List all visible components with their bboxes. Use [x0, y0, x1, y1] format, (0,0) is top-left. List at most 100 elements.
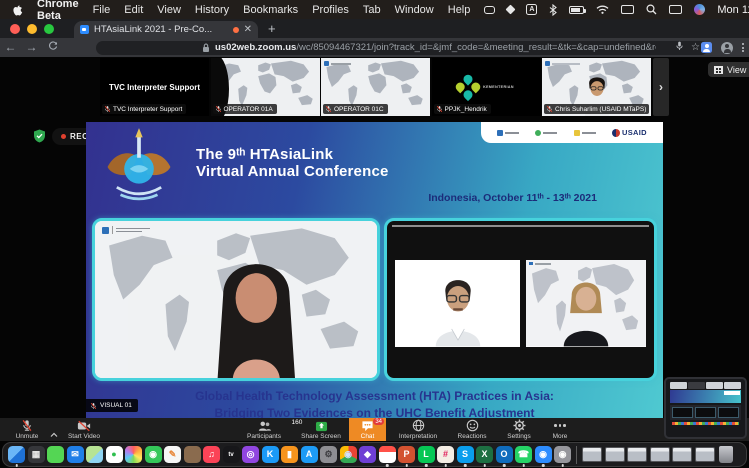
- dock-app-calendar-icon[interactable]: [379, 446, 396, 463]
- dock-app-charts-icon[interactable]: ▮: [281, 446, 298, 463]
- dock-app-zoom-icon[interactable]: ◉: [535, 446, 552, 463]
- video-tile-ppjk-hendrik[interactable]: KEMENTERIAN PPJK_Hendrik: [432, 58, 541, 116]
- dock-app-mail-icon[interactable]: ✉: [67, 446, 84, 463]
- dock-app-line-icon[interactable]: L: [418, 446, 435, 463]
- partner-logo-green: [535, 130, 557, 136]
- interpretation-button[interactable]: Interpretation: [390, 418, 446, 441]
- dock-app-messages-icon[interactable]: [47, 446, 64, 463]
- dock-app-app-store-icon[interactable]: A: [301, 446, 318, 463]
- menu-file[interactable]: File: [93, 4, 111, 16]
- spotlight-search-icon[interactable]: [646, 4, 657, 15]
- video-tile-operator-01a[interactable]: OPERATOR 01A: [211, 58, 320, 116]
- dock-app-skype-icon[interactable]: S: [457, 446, 474, 463]
- panel-logo-header: [102, 226, 150, 234]
- view-button[interactable]: View: [708, 62, 749, 77]
- muted-mic-icon: [546, 105, 553, 113]
- conference-title: The 9ᵗʰ HTAsiaLink Virtual Annual Confer…: [196, 146, 389, 180]
- menu-view[interactable]: View: [157, 4, 181, 16]
- dock-app-photos-icon[interactable]: [125, 446, 142, 463]
- dock-app-slack-icon[interactable]: #: [437, 446, 454, 463]
- more-button[interactable]: More: [542, 418, 578, 441]
- dock-app-keynote-icon[interactable]: K: [262, 446, 279, 463]
- new-tab-button[interactable]: +: [268, 21, 276, 36]
- unmute-options-chevron-icon[interactable]: [50, 425, 58, 431]
- dock-minimized-window[interactable]: [605, 447, 625, 462]
- back-button[interactable]: ←: [0, 38, 21, 57]
- menu-profiles[interactable]: Profiles: [312, 4, 349, 16]
- menu-tab[interactable]: Tab: [363, 4, 381, 16]
- menu-help[interactable]: Help: [448, 4, 471, 16]
- window-maximize-button[interactable]: [44, 24, 54, 34]
- dock-minimized-window[interactable]: [650, 447, 670, 462]
- dock-minimized-window[interactable]: [672, 447, 692, 462]
- wifi-icon[interactable]: [596, 5, 609, 14]
- dock-app-tv-icon[interactable]: tv: [223, 446, 240, 463]
- menu-bookmarks[interactable]: Bookmarks: [243, 4, 298, 16]
- filmstrip-next-button[interactable]: ›: [653, 58, 669, 116]
- menu-bar-clock[interactable]: Mon 11 Oct 10:58: [717, 4, 749, 16]
- tile-name-label: OPERATOR 01A: [213, 104, 277, 114]
- dock-app-podcasts-icon[interactable]: ◎: [242, 446, 259, 463]
- dock-app-chrome-icon[interactable]: ◉: [340, 446, 357, 463]
- chat-app-status-icon[interactable]: [484, 6, 495, 14]
- dock-app-pages-icon[interactable]: ✎: [164, 446, 181, 463]
- dock-app-chrome-beta-icon[interactable]: ◉: [554, 446, 571, 463]
- keyboard-icon[interactable]: [621, 5, 634, 14]
- dock-app-facetime-icon[interactable]: ◉: [145, 446, 162, 463]
- bluetooth-icon[interactable]: [549, 4, 557, 16]
- chat-button[interactable]: 34 Chat: [349, 418, 386, 441]
- dock-app-system-settings-icon[interactable]: ⚙: [320, 446, 337, 463]
- diamond-status-icon[interactable]: [506, 5, 516, 15]
- menu-window[interactable]: Window: [395, 4, 434, 16]
- menu-history[interactable]: History: [195, 4, 229, 16]
- dock-app-whatsapp-icon[interactable]: ☎: [515, 446, 532, 463]
- video-tile-tvc-interpreter[interactable]: TVC Interpreter Support TVC Interpreter …: [100, 58, 209, 116]
- input-source-icon[interactable]: [526, 4, 537, 15]
- dock-minimized-window[interactable]: [695, 447, 715, 462]
- dock-app-app-purple-icon[interactable]: ◆: [359, 446, 376, 463]
- window-close-button[interactable]: [10, 24, 20, 34]
- bookmark-star-icon[interactable]: ☆: [691, 43, 700, 53]
- app-status-icon[interactable]: [694, 4, 705, 15]
- dock-app-outlook-icon[interactable]: O: [496, 446, 513, 463]
- settings-button[interactable]: Settings: [498, 418, 540, 441]
- unmute-button[interactable]: Unmute: [6, 418, 48, 441]
- display-icon[interactable]: [669, 5, 682, 14]
- tile-logo-header: [545, 61, 580, 66]
- dock-app-app-brown-icon[interactable]: [184, 446, 201, 463]
- video-tile-chris-suharlim[interactable]: Chris Suharlim (USAID MTaPS): [542, 58, 651, 116]
- participants-button[interactable]: 160 Participants: [237, 418, 291, 441]
- browser-tab-strip: HTAsiaLink 2021 - Pre-Co... ✕ +: [0, 19, 749, 38]
- dock-app-numbers-icon[interactable]: ●: [106, 446, 123, 463]
- dock-app-launchpad-icon[interactable]: ▦: [28, 446, 45, 463]
- trash-icon[interactable]: [719, 446, 733, 463]
- dock-app-excel-icon[interactable]: X: [476, 446, 493, 463]
- forward-button[interactable]: →: [21, 38, 42, 57]
- start-video-button[interactable]: Start Video: [60, 418, 108, 441]
- extension-profile-icon[interactable]: [701, 42, 712, 53]
- browser-profile-avatar[interactable]: [721, 42, 733, 54]
- tab-favicon-icon: [80, 25, 89, 34]
- battery-icon[interactable]: [569, 6, 584, 14]
- secondary-display-preview[interactable]: [664, 377, 747, 439]
- browser-tab[interactable]: HTAsiaLink 2021 - Pre-Co... ✕: [74, 21, 258, 38]
- reactions-button[interactable]: Reactions: [449, 418, 495, 441]
- dock-minimized-window[interactable]: [627, 447, 647, 462]
- dock-app-music-icon[interactable]: ♫: [203, 446, 220, 463]
- reload-button[interactable]: [42, 38, 63, 57]
- dock-app-maps-icon[interactable]: [86, 446, 103, 463]
- dock-minimized-window[interactable]: [582, 447, 602, 462]
- voice-search-icon[interactable]: [676, 41, 683, 54]
- window-minimize-button[interactable]: [27, 24, 37, 34]
- video-tile-operator-01c[interactable]: OPERATOR 01C: [321, 58, 430, 116]
- menu-edit[interactable]: Edit: [124, 4, 143, 16]
- security-shield-icon[interactable]: [33, 129, 46, 143]
- url-bar[interactable]: us02web.zoom.us/wc/85094467321/join?trac…: [96, 41, 708, 55]
- dock-app-powerpoint-icon[interactable]: P: [398, 446, 415, 463]
- browser-menu-icon[interactable]: [742, 43, 744, 52]
- htasialink-logo: [497, 130, 519, 136]
- share-screen-button[interactable]: Share Screen: [293, 418, 349, 441]
- tab-close-icon[interactable]: ✕: [244, 25, 252, 35]
- dock-app-finder-icon[interactable]: [8, 446, 25, 463]
- apple-menu-icon[interactable]: [12, 3, 23, 16]
